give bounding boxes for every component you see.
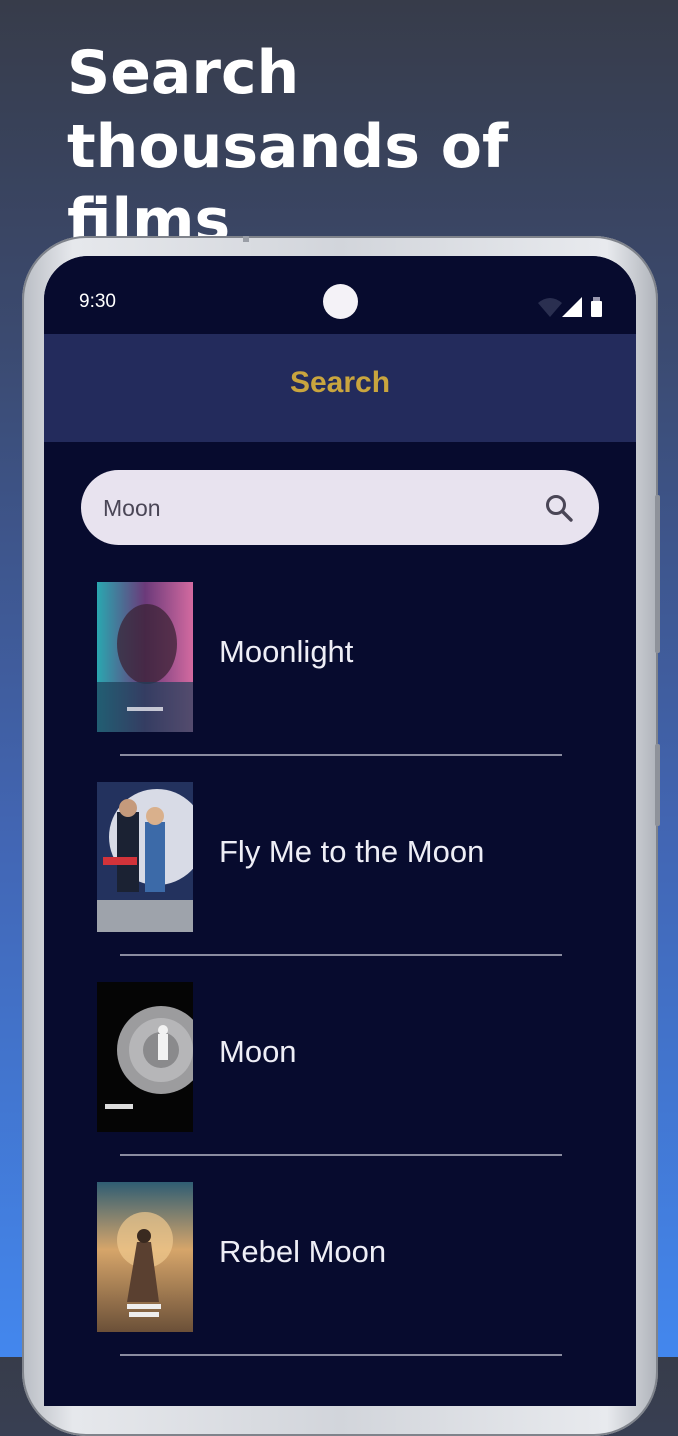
cellular-signal-icon bbox=[562, 297, 582, 317]
result-item-fly-me-to-the-moon[interactable]: Fly Me to the Moon bbox=[44, 776, 636, 976]
wifi-icon bbox=[538, 298, 562, 317]
result-item-rebel-moon[interactable]: Rebel Moon bbox=[44, 1176, 636, 1376]
status-bar: 9:30 bbox=[44, 256, 636, 334]
headline: Search thousands of films bbox=[67, 38, 509, 256]
result-item-moon[interactable]: Moon bbox=[44, 976, 636, 1176]
app-bar-title: Search bbox=[289, 366, 391, 399]
phone-antenna-band bbox=[243, 236, 249, 242]
camera-cutout bbox=[323, 284, 358, 319]
phone-screen: 9:30 Search Moon Moonlight Fly Me to the… bbox=[44, 256, 636, 1406]
search-icon[interactable] bbox=[543, 492, 575, 524]
result-title: Moon bbox=[219, 1034, 297, 1069]
battery-icon bbox=[591, 297, 602, 317]
status-icons bbox=[538, 297, 602, 317]
divider bbox=[120, 954, 562, 956]
result-title: Rebel Moon bbox=[219, 1234, 387, 1269]
poster-image bbox=[97, 1182, 193, 1332]
phone-power-button bbox=[655, 495, 660, 653]
poster-image bbox=[97, 782, 193, 932]
search-field[interactable] bbox=[81, 470, 599, 547]
status-time: 9:30 bbox=[79, 291, 116, 312]
result-title: Fly Me to the Moon bbox=[219, 834, 485, 869]
result-title: Moonlight bbox=[219, 634, 354, 669]
app-bar: Search bbox=[44, 334, 636, 442]
phone-volume-button bbox=[655, 744, 660, 826]
divider bbox=[120, 1154, 562, 1156]
result-item-moonlight[interactable]: Moonlight bbox=[44, 576, 636, 776]
poster-image bbox=[97, 982, 193, 1132]
divider bbox=[120, 754, 562, 756]
divider bbox=[120, 1354, 562, 1356]
poster-image bbox=[97, 582, 193, 732]
search-input[interactable] bbox=[101, 470, 535, 547]
